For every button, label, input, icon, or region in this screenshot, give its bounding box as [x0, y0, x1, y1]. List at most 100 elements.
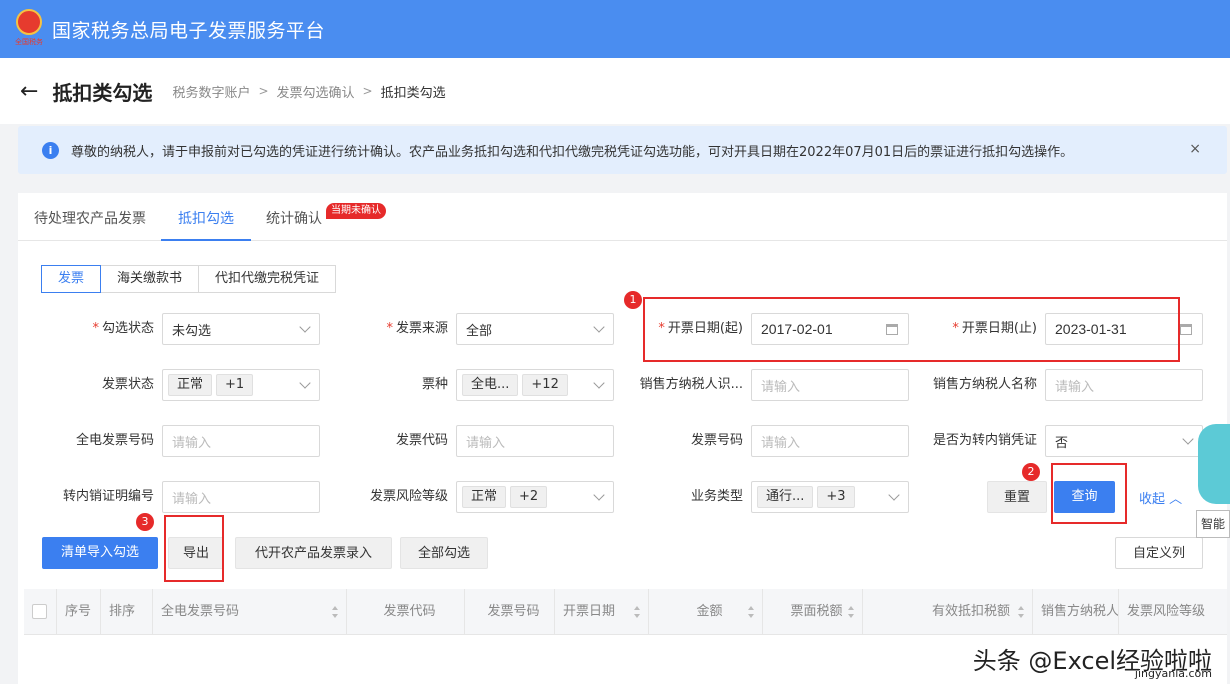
import-select-button[interactable]: 清单导入勾选: [42, 537, 158, 569]
column-header-sortable[interactable]: 票面税额: [762, 589, 862, 635]
tab-bar: 待处理农产品发票 抵扣勾选 统计确认 当期未确认: [18, 193, 1227, 241]
chevron-down-icon: [593, 489, 605, 501]
column-header-sortable[interactable]: 有效抵扣税额: [862, 589, 1032, 635]
chevron-right-icon: >: [258, 84, 269, 98]
assistant-label: 智能: [1196, 510, 1230, 538]
chevron-down-icon: [593, 377, 605, 389]
column-header: 排序: [100, 589, 152, 635]
collapse-toggle[interactable]: 收起 ︿: [1139, 488, 1182, 507]
chevron-down-icon: [888, 489, 900, 501]
ticket-type-select[interactable]: 全电... +12: [456, 369, 614, 401]
tab-pending-agri[interactable]: 待处理农产品发票: [34, 193, 146, 241]
domestic-transfer-label: 是否为转内销凭证: [932, 433, 1037, 448]
invoice-source-label: * 发票来源: [386, 321, 448, 336]
seller-tax-id-label: 销售方纳税人识...: [639, 377, 743, 392]
risk-level-label: 发票风险等级: [369, 489, 448, 504]
breadcrumb-item[interactable]: 发票勾选确认: [277, 82, 355, 101]
chevron-down-icon: [299, 321, 311, 333]
tab-stat-confirm[interactable]: 统计确认: [266, 193, 322, 241]
business-type-select[interactable]: 通行... +3: [751, 481, 909, 513]
sort-icon: [332, 606, 338, 618]
highlight-box-date-range: [643, 297, 1180, 362]
reset-button[interactable]: 重置: [987, 481, 1047, 513]
annotation-number: 2: [1022, 463, 1040, 481]
select-status-select[interactable]: 未勾选: [162, 313, 320, 345]
watermark: 头条 @Excel经验啦啦 jingyanla.com: [972, 647, 1212, 680]
sort-icon: [1018, 606, 1024, 618]
back-arrow-icon[interactable]: ←: [20, 79, 38, 104]
select-all-button[interactable]: 全部勾选: [400, 537, 488, 569]
sort-icon: [848, 606, 854, 618]
invoice-status-select[interactable]: 正常 +1: [162, 369, 320, 401]
page-header: ← 抵扣类勾选 税务数字账户 > 发票勾选确认 > 抵扣类勾选: [0, 58, 1230, 124]
column-header-sortable[interactable]: 开票日期: [554, 589, 648, 635]
column-header-sortable[interactable]: 金额: [648, 589, 762, 635]
more-tag: +12: [522, 374, 568, 396]
subtab-withholding[interactable]: 代扣代缴完税凭证: [198, 265, 337, 293]
chevron-down-icon: [1182, 433, 1194, 445]
status-tag: 正常: [168, 374, 213, 396]
column-header-sortable[interactable]: 全电发票号码: [152, 589, 346, 635]
top-bar: 全国税务 国家税务总局电子发票服务平台: [0, 0, 1230, 58]
chevron-up-icon: ︿: [1169, 492, 1183, 507]
sort-icon: [748, 606, 754, 618]
column-header: 发票风险等级: [1118, 589, 1227, 635]
ticket-type-label: 票种: [421, 377, 448, 392]
seller-tax-id-input[interactable]: 请输入: [751, 369, 909, 401]
column-header: 销售方纳税人...: [1032, 589, 1118, 635]
column-header: 发票代码: [346, 589, 464, 635]
invoice-no-input[interactable]: 请输入: [751, 425, 909, 457]
type-tag: 全电...: [462, 374, 519, 396]
full-invoice-no-label: 全电发票号码: [75, 433, 154, 448]
notice-banner: i 尊敬的纳税人，请于申报前对已勾选的凭证进行统计确认。农产品业务抵扣勾选和代扣…: [18, 126, 1227, 174]
breadcrumb-current: 抵扣类勾选: [380, 85, 446, 101]
calendar-icon: [1180, 324, 1192, 335]
tab-deduction-select[interactable]: 抵扣勾选: [161, 193, 251, 241]
column-header: 发票号码: [464, 589, 554, 635]
main-panel: 待处理农产品发票 抵扣勾选 统计确认 当期未确认 发票 海关缴款书 代扣代缴完税…: [18, 193, 1227, 684]
page-title: 抵扣类勾选: [52, 80, 153, 105]
chevron-down-icon: [299, 377, 311, 389]
more-tag: +1: [216, 374, 254, 396]
agri-invoice-entry-button[interactable]: 代开农产品发票录入: [235, 537, 392, 569]
app-title: 国家税务总局电子发票服务平台: [52, 19, 326, 42]
invoice-source-select[interactable]: 全部: [456, 313, 614, 345]
subtab-customs[interactable]: 海关缴款书: [100, 265, 200, 293]
invoice-code-label: 发票代码: [395, 433, 448, 448]
select-all-checkbox[interactable]: [32, 604, 47, 619]
invoice-code-input[interactable]: 请输入: [456, 425, 614, 457]
sort-icon: [634, 606, 640, 618]
domestic-transfer-select[interactable]: 否: [1045, 425, 1203, 457]
annotation-number: 3: [136, 513, 154, 531]
custom-columns-button[interactable]: 自定义列: [1115, 537, 1203, 569]
chevron-right-icon: >: [362, 84, 373, 98]
breadcrumb: 税务数字账户 > 发票勾选确认 > 抵扣类勾选: [172, 82, 445, 101]
info-icon: i: [42, 141, 59, 159]
smart-assistant-widget[interactable]: 智能: [1196, 420, 1230, 542]
business-tag: 通行...: [757, 486, 814, 508]
assistant-avatar-icon: [1198, 424, 1230, 504]
risk-tag: 正常: [462, 486, 507, 508]
select-status-label: * 勾选状态: [92, 321, 154, 336]
highlight-box-export: [164, 515, 224, 582]
column-header: 序号: [56, 589, 100, 635]
subtab-invoice[interactable]: 发票: [41, 265, 102, 293]
breadcrumb-item[interactable]: 税务数字账户: [172, 82, 250, 101]
table-header: 序号 排序 全电发票号码 发票代码 发票号码 开票日期 金额 票面税额 有效抵扣…: [24, 589, 1227, 635]
select-all-checkbox-cell: [24, 589, 54, 635]
more-tag: +3: [817, 486, 855, 508]
full-invoice-no-input[interactable]: 请输入: [162, 425, 320, 457]
transfer-cert-input[interactable]: 请输入: [162, 481, 320, 513]
notice-text: 尊敬的纳税人，请于申报前对已勾选的凭证进行统计确认。农产品业务抵扣勾选和代扣代缴…: [71, 144, 1074, 160]
seller-name-label: 销售方纳税人名称: [932, 377, 1037, 392]
more-tag: +2: [510, 486, 548, 508]
highlight-box-query: [1051, 463, 1127, 524]
risk-level-select[interactable]: 正常 +2: [456, 481, 614, 513]
chevron-down-icon: [593, 321, 605, 333]
subtab-group: 发票 海关缴款书 代扣代缴完税凭证: [41, 265, 337, 293]
seller-name-input[interactable]: 请输入: [1045, 369, 1203, 401]
transfer-cert-label: 转内销证明编号: [62, 489, 154, 504]
close-icon[interactable]: ×: [1189, 141, 1201, 157]
tax-emblem-logo: 全国税务: [14, 9, 44, 49]
unconfirmed-badge: 当期未确认: [326, 203, 386, 219]
